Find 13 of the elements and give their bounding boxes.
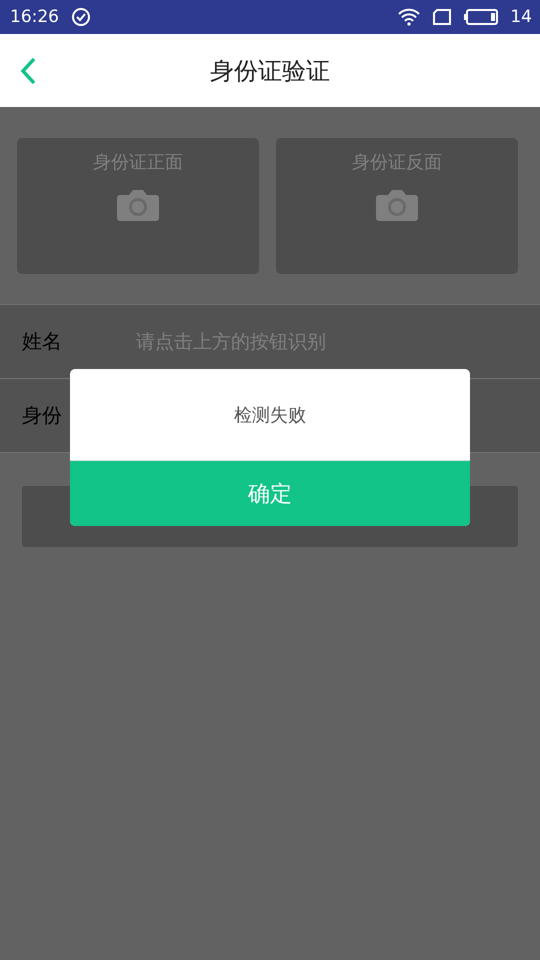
wifi-icon — [398, 8, 420, 26]
battery-icon — [464, 8, 498, 26]
check-circle-icon — [71, 7, 91, 27]
clock: 16:26 — [10, 7, 59, 27]
page-title: 身份证验证 — [210, 56, 330, 86]
field-label: 身份 — [22, 402, 63, 429]
back-button[interactable] — [20, 56, 36, 84]
camera-icon — [375, 188, 419, 222]
camera-icon — [116, 188, 160, 222]
field-label: 姓名 — [22, 328, 63, 355]
confirm-button[interactable]: 确定 — [70, 461, 470, 526]
battery-level: 14 — [510, 7, 532, 27]
sim-card-icon — [432, 8, 452, 26]
